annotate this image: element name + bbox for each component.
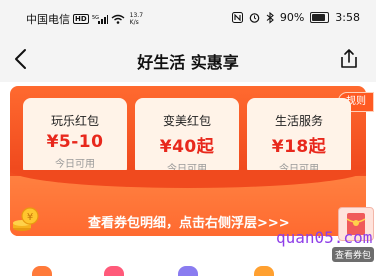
coupon-card[interactable]: 生活服务 ¥18起 今日可用: [247, 98, 351, 176]
page-title: 好生活 实惠享: [137, 53, 239, 72]
coupon-card[interactable]: 变美红包 ¥40起 今日可用: [135, 98, 239, 176]
bluetooth-icon: [266, 11, 274, 24]
share-button[interactable]: [338, 48, 360, 70]
coupon-amount: ¥18起: [271, 137, 327, 157]
coupon-name: 玩乐红包: [50, 114, 99, 128]
status-right: 90% 3:58: [231, 11, 360, 24]
hd-badge: HD: [73, 14, 89, 24]
carrier-name: 中国电信: [26, 13, 70, 26]
clock-time: 3:58: [335, 11, 360, 24]
category-icon[interactable]: [178, 266, 198, 276]
watermark-text: quan05.com: [276, 228, 373, 247]
svg-text:¥: ¥: [27, 212, 33, 223]
category-icon[interactable]: [254, 266, 274, 276]
coin-stack-icon: ¥: [13, 207, 39, 231]
wifi-icon: [111, 14, 125, 24]
coupon-detail-hint[interactable]: 查看券包明细，点击右侧浮层>>>: [88, 212, 290, 231]
category-icon[interactable]: [32, 266, 52, 276]
speed-unit: K/s: [129, 19, 139, 26]
signal-type-label: 5G: [92, 15, 99, 21]
coupon-card[interactable]: 玩乐红包 ¥5-10 今日可用: [23, 98, 127, 176]
category-icon[interactable]: [104, 266, 124, 276]
status-bar: 中国电信 HD 5G 13.7 K/s 90% 3:58: [0, 0, 376, 36]
coupon-amount: ¥40起: [159, 137, 215, 157]
nav-bar: 好生活 实惠享: [0, 36, 376, 82]
coupon-amount: ¥5-10: [46, 132, 104, 152]
float-widget-label: 查看券包: [332, 247, 375, 262]
coupon-name: 生活服务: [274, 114, 323, 128]
coupon-name: 变美红包: [162, 114, 211, 128]
nfc-icon: [231, 12, 243, 23]
battery-percent: 90%: [279, 11, 305, 24]
coupon-availability: 今日可用: [55, 159, 95, 170]
battery-icon: [310, 12, 330, 23]
network-speed: 13.7 K/s: [130, 12, 143, 26]
status-left: 中国电信 HD 5G 13.7 K/s: [26, 11, 143, 27]
speed-value: 13.7: [129, 12, 144, 19]
alarm-icon: [249, 13, 260, 23]
signal-icon: 5G: [92, 15, 108, 24]
